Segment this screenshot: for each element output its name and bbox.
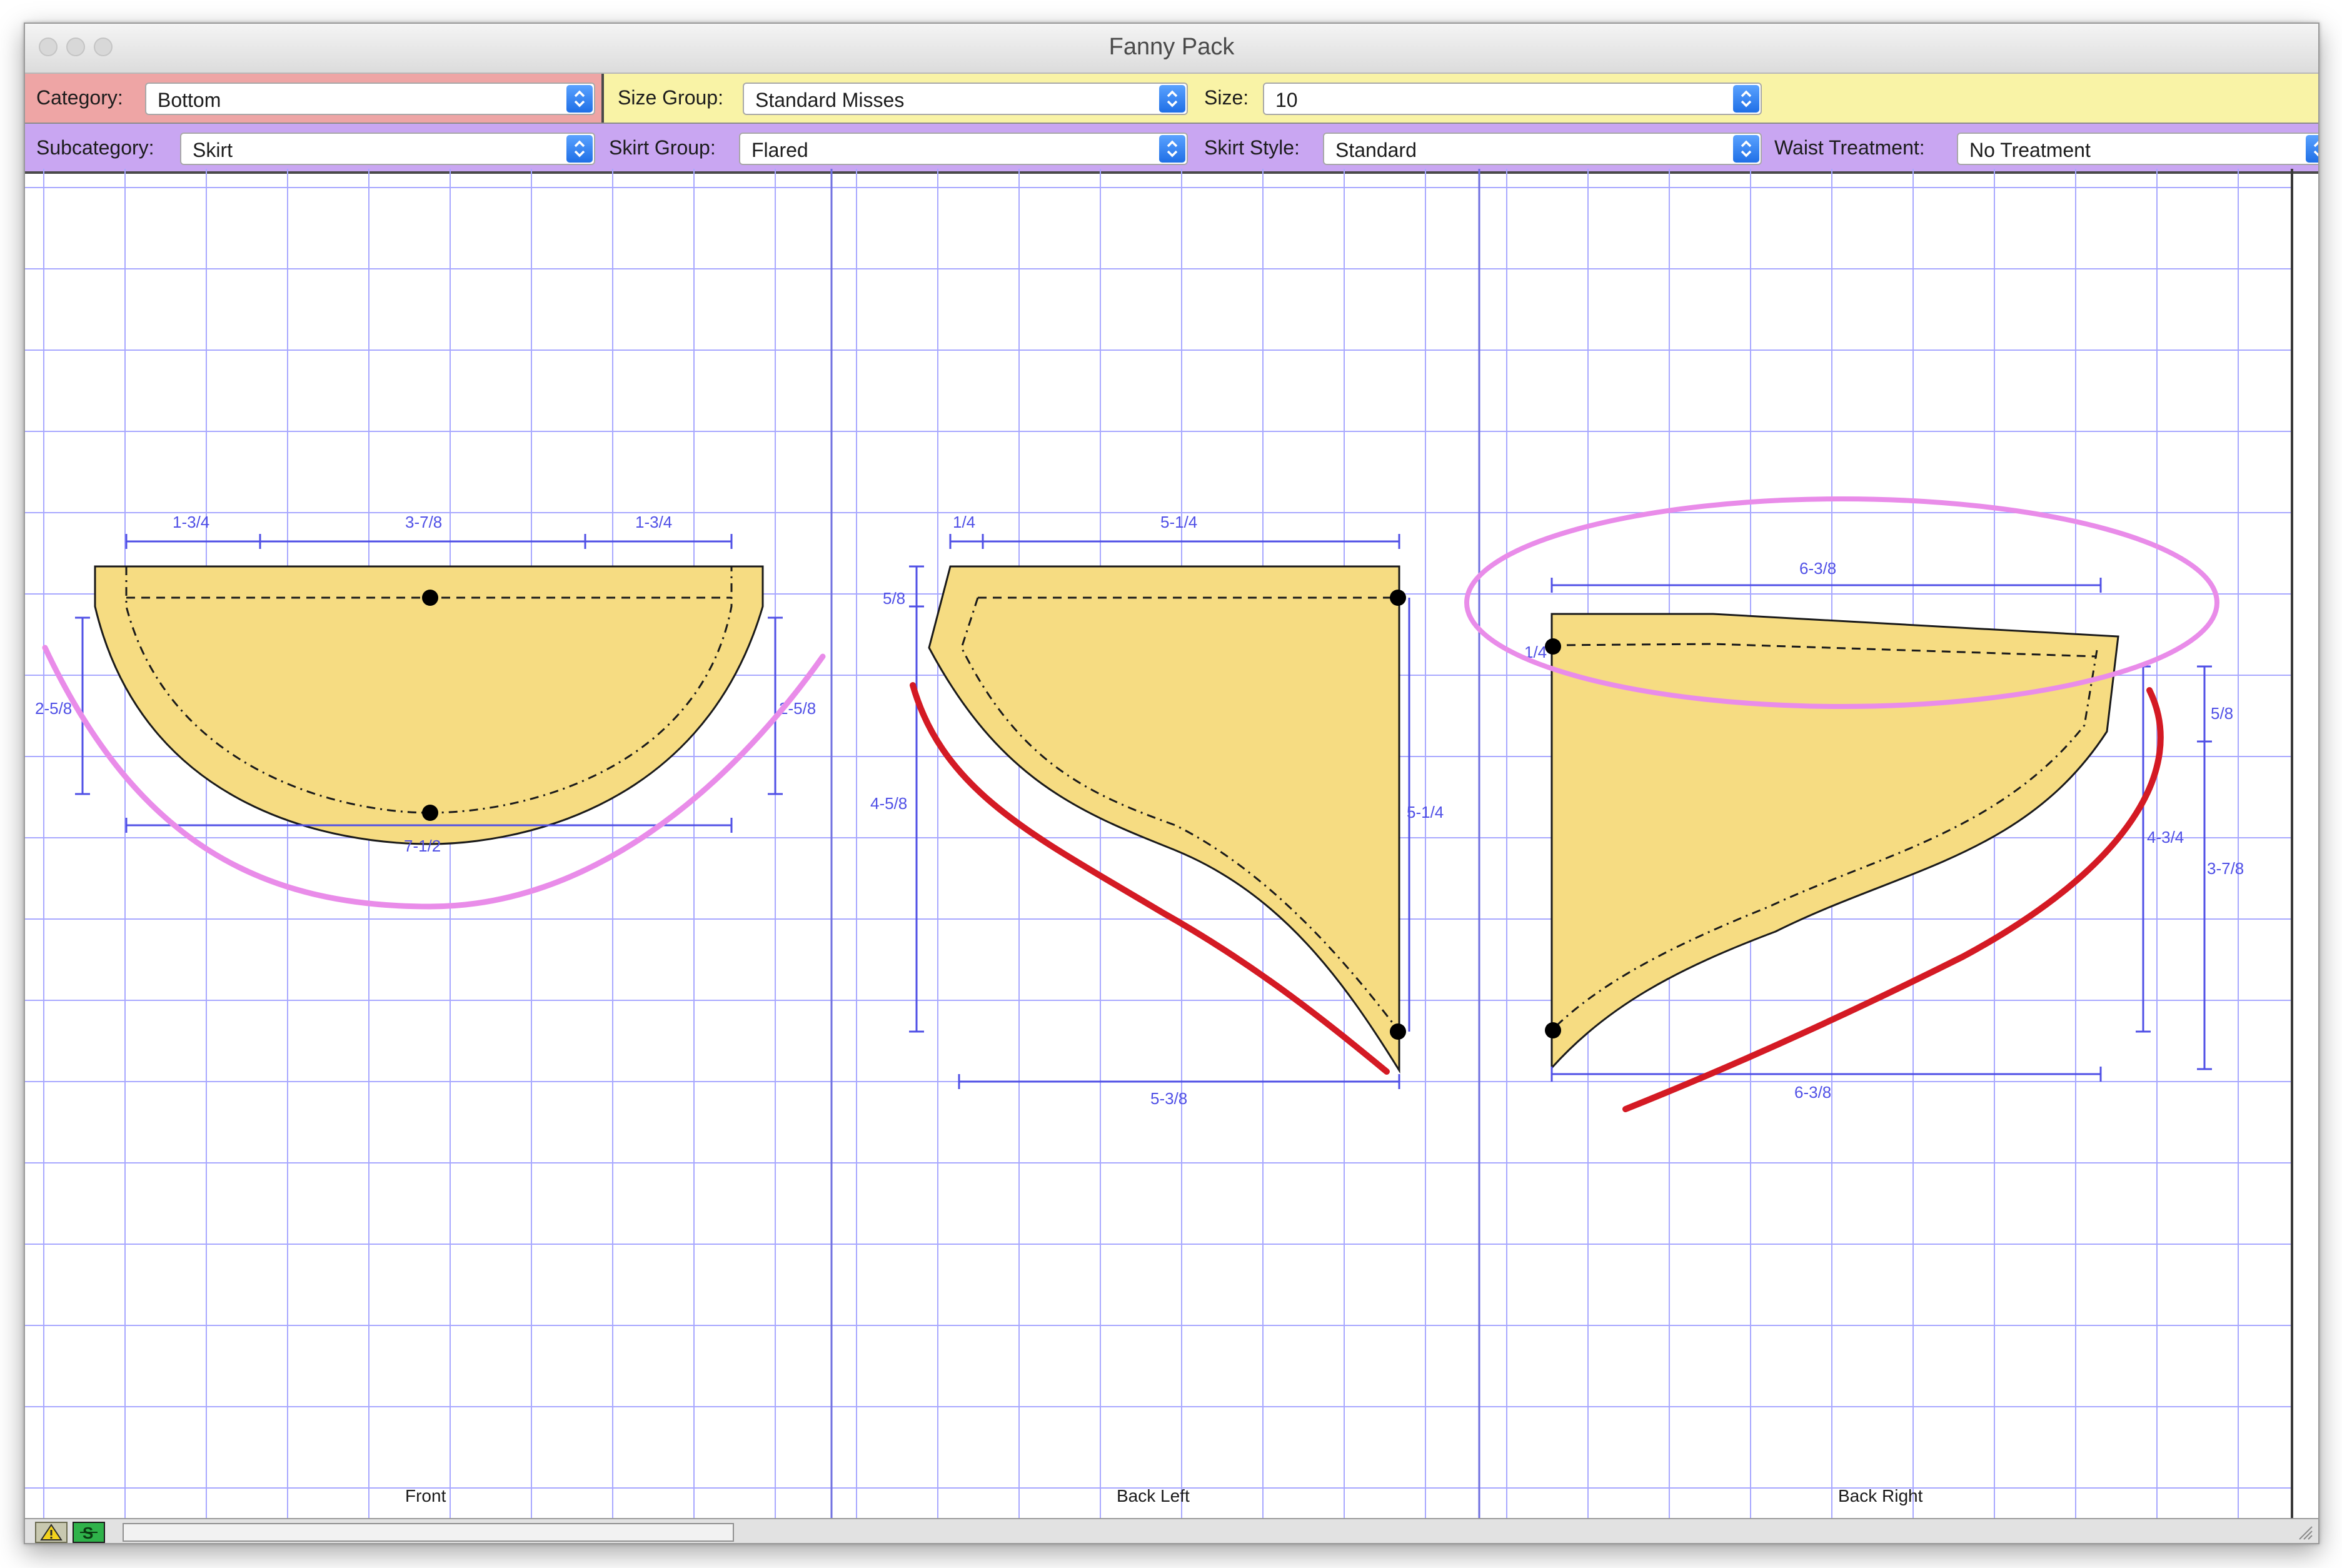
subcategory-value: Skirt [193,139,233,161]
waist-treatment-select[interactable]: No Treatment [1957,133,2318,165]
back-right-top-point[interactable] [1545,638,1561,655]
back-left-piece[interactable]: 1/4 5-1/4 5/8 4-5/8 5-1/4 5-3/8 Back Lef… [870,513,1444,1505]
back-right-bottom-point[interactable] [1545,1022,1561,1038]
size-group-stepper-icon[interactable] [1159,85,1185,113]
front-dim-left: 2-5/8 [35,699,72,718]
skirt-style-label: Skirt Style: [1204,136,1300,159]
skirt-style-stepper-icon[interactable] [1733,135,1759,163]
front-dim-top-left: 1-3/4 [173,513,209,531]
back-right-dim-right-small: 5/8 [2211,704,2233,723]
back-left-dim-top-small: 1/4 [953,513,975,531]
pattern-drawing: 1-3/4 3-7/8 1-3/4 2-5/8 2-5/8 7-1/2 Fron… [25,169,2291,1518]
warning-icon[interactable] [35,1522,68,1543]
size-stepper-icon[interactable] [1733,85,1759,113]
back-left-piece-label: Back Left [1117,1486,1190,1505]
fanny-pack-window: Fanny Pack Category: Bottom Size Group: … [24,23,2319,1544]
size-value: 10 [1275,89,1298,111]
back-left-dim-right: 5-1/4 [1407,803,1444,822]
back-right-dim-top: 6-3/8 [1799,559,1836,578]
back-right-piece-label: Back Right [1838,1486,1923,1505]
status-text-field [123,1523,734,1542]
category-segment: Category: Bottom [25,74,604,123]
skirt-style-value: Standard [1335,139,1417,161]
category-label: Category: [36,86,123,109]
size-group-select[interactable]: Standard Misses [743,83,1188,115]
skirt-group-stepper-icon[interactable] [1159,135,1185,163]
back-right-dim-right-outer: 3-7/8 [2207,859,2244,878]
front-top-point[interactable] [422,590,438,606]
waist-treatment-stepper-icon[interactable] [2306,135,2318,163]
back-left-dim-top: 5-1/4 [1160,513,1197,531]
category-stepper-icon[interactable] [566,85,593,113]
category-select[interactable]: Bottom [145,83,595,115]
resize-grip-icon[interactable] [2297,1524,2313,1540]
front-piece[interactable]: 1-3/4 3-7/8 1-3/4 2-5/8 2-5/8 7-1/2 Fron… [35,513,816,1505]
front-dim-bottom: 7-1/2 [404,837,441,855]
category-value: Bottom [158,89,221,111]
status-bar: S [25,1518,2318,1543]
subcategory-stepper-icon[interactable] [566,135,593,163]
back-right-dim-right-inner: 4-3/4 [2147,828,2184,847]
size-group-value: Standard Misses [755,89,905,111]
back-left-dim-left-small: 5/8 [883,589,905,608]
subcategory-select[interactable]: Skirt [180,133,595,165]
size-select[interactable]: 10 [1263,83,1762,115]
toolbar-row-1: Category: Bottom Size Group: Standard Mi… [25,74,2318,124]
size-group-label: Size Group: [618,86,723,109]
size-label: Size: [1204,86,1249,109]
front-dim-top-right: 1-3/4 [635,513,672,531]
back-right-dim-bottom: 6-3/8 [1794,1083,1831,1102]
skirt-group-label: Skirt Group: [609,136,716,159]
waist-treatment-label: Waist Treatment: [1774,136,1925,159]
title-bar[interactable]: Fanny Pack [25,24,2318,74]
front-dim-top-center: 3-7/8 [405,513,442,531]
back-left-dim-bottom: 5-3/8 [1150,1089,1187,1108]
green-s-icon[interactable]: S [73,1522,105,1543]
front-piece-shape[interactable] [94,565,764,845]
back-left-top-point[interactable] [1390,590,1406,606]
waist-treatment-value: No Treatment [1969,139,2091,161]
window-title: Fanny Pack [1108,34,1235,60]
front-bottom-point[interactable] [422,805,438,821]
back-left-piece-shape[interactable] [928,565,1400,1074]
skirt-group-value: Flared [751,139,808,161]
front-piece-label: Front [405,1486,446,1505]
skirt-group-select[interactable]: Flared [739,133,1188,165]
back-left-bottom-point[interactable] [1390,1023,1406,1040]
back-left-dim-left: 4-5/8 [870,794,907,813]
pattern-canvas[interactable]: 1-3/4 3-7/8 1-3/4 2-5/8 2-5/8 7-1/2 Fron… [25,169,2293,1518]
back-right-piece[interactable]: 6-3/8 1/4 5/8 4-3/4 3-7/8 6-3/8 Back Rig… [1524,559,2244,1505]
toolbar-row-2: Subcategory: Skirt Skirt Group: Flared S… [25,124,2318,174]
skirt-style-select[interactable]: Standard [1323,133,1762,165]
subcategory-label: Subcategory: [36,136,154,159]
